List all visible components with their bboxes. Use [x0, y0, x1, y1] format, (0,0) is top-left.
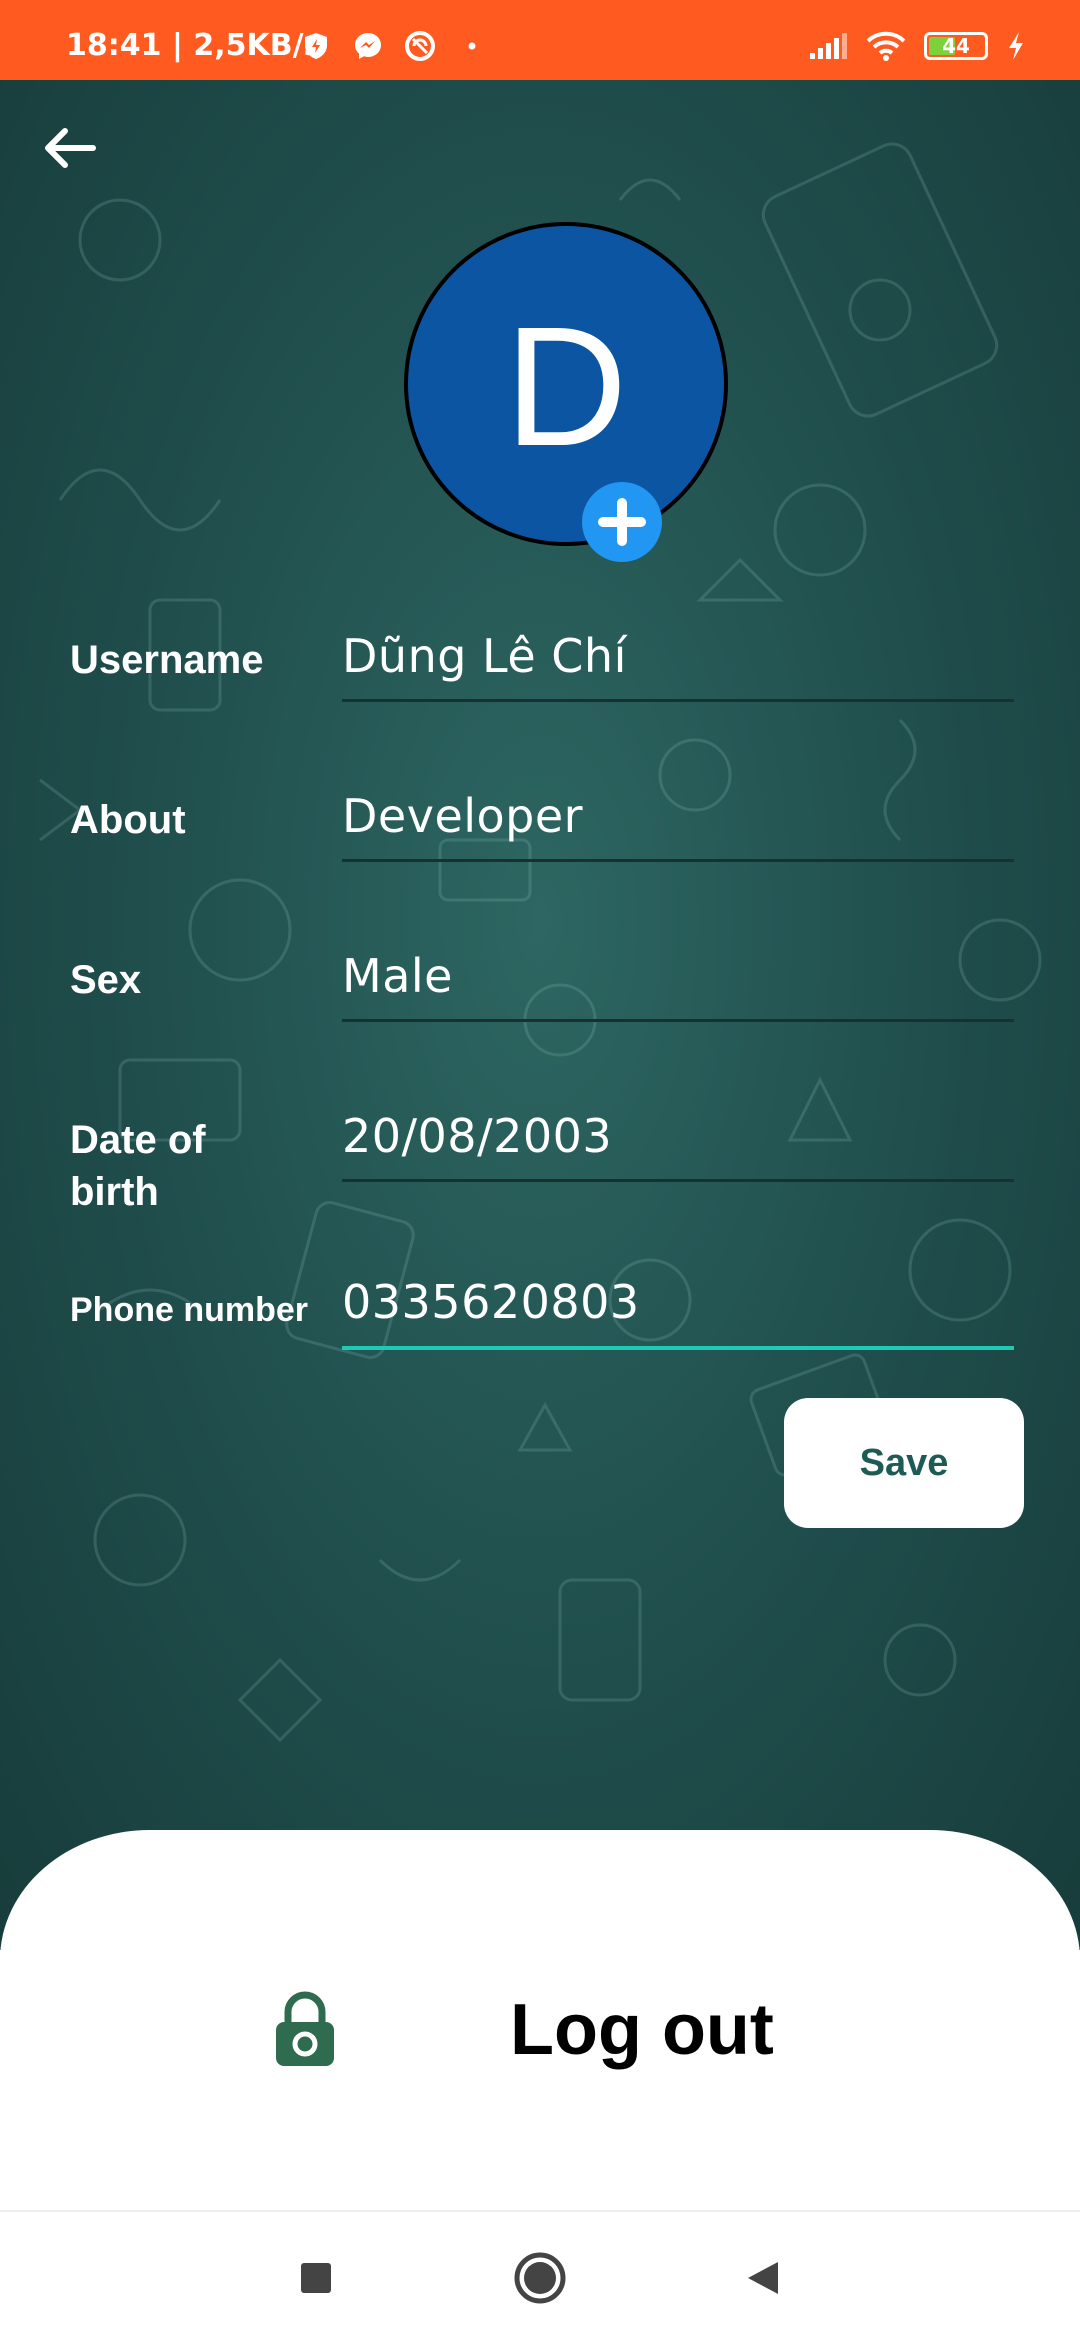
avatar-letter: D [504, 292, 628, 482]
signal-icon [810, 33, 847, 59]
username-field[interactable]: Dũng Lê Chí [342, 626, 1014, 702]
date-of-birth-field[interactable]: 20/08/2003 [342, 1106, 1014, 1182]
sex-label: Sex [70, 958, 142, 1002]
about-label: About [70, 798, 186, 842]
back-button[interactable] [34, 118, 104, 178]
sync-icon [405, 31, 435, 61]
avatar[interactable]: D [404, 222, 728, 546]
add-photo-button[interactable] [582, 482, 662, 562]
battery-level: 44 [942, 34, 970, 58]
about-field[interactable]: Developer [342, 786, 1014, 862]
notification-icons [300, 30, 488, 62]
phone-number-field[interactable]: 0335620803 [342, 1272, 1014, 1350]
clock: 18:41 [66, 28, 162, 63]
profile-screen: 18:41 | 2,5KB/s 44 D Username Dũng Lê Ch… [0, 0, 1080, 2340]
system-icons: 44 [808, 30, 1026, 62]
messenger-icon [355, 33, 381, 59]
recents-button[interactable] [286, 2248, 346, 2308]
square-icon [301, 2263, 331, 2293]
plus-icon [598, 498, 646, 546]
home-button[interactable] [510, 2248, 570, 2308]
phone-number-label: Phone number [70, 1291, 309, 1329]
back-nav-button[interactable] [732, 2248, 792, 2308]
status-bar: 18:41 | 2,5KB/s 44 [0, 0, 1080, 80]
wifi-icon [866, 31, 906, 61]
arrow-left-icon [45, 128, 96, 168]
battery-icon: 44 [924, 32, 988, 60]
dot-icon [468, 42, 476, 50]
shield-icon [305, 33, 327, 59]
status-time: 18:41 | 2,5KB/s [66, 28, 321, 63]
lock-icon [276, 1991, 334, 2066]
date-of-birth-label: Date of birth [70, 1118, 206, 1214]
username-label: Username [70, 638, 264, 682]
triangle-back-icon [748, 2262, 778, 2294]
logout-button[interactable]: Log out [270, 1980, 830, 2080]
logout-label: Log out [510, 1990, 774, 2070]
network-speed: | 2,5KB/s [171, 28, 322, 63]
charging-icon [1009, 32, 1023, 60]
circle-icon [514, 2252, 566, 2304]
sex-field[interactable]: Male [342, 946, 1014, 1022]
navigation-bar [0, 2210, 1080, 2340]
save-button[interactable]: Save [784, 1398, 1024, 1528]
